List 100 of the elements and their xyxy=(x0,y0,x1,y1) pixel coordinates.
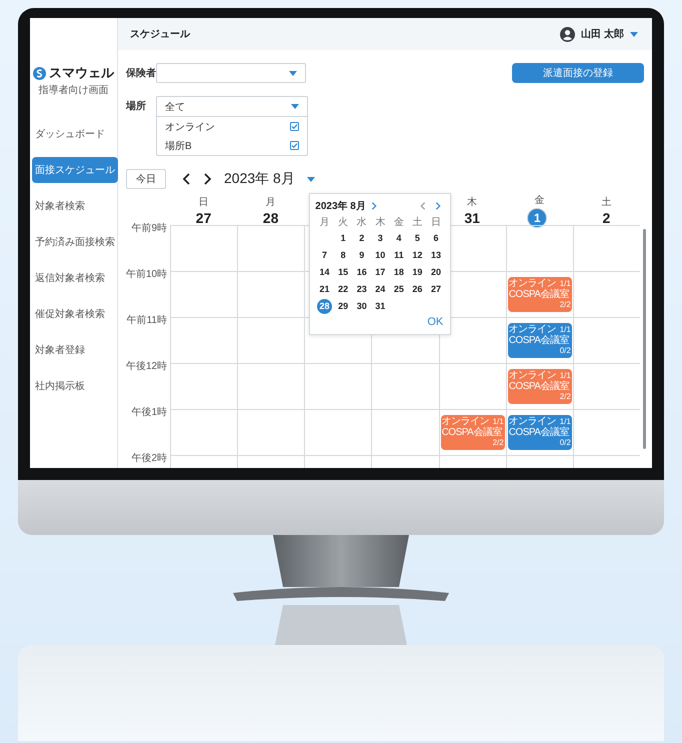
picker-day[interactable]: 8 xyxy=(336,248,351,263)
picker-day[interactable]: 15 xyxy=(336,265,351,280)
time-label: 午前11時 xyxy=(126,314,168,328)
sidebar-item[interactable]: 催促対象者検索 xyxy=(32,301,108,327)
picker-day[interactable]: 21 xyxy=(317,282,332,297)
picker-day[interactable]: 24 xyxy=(372,282,388,297)
calendar-cell xyxy=(237,409,304,455)
weekday-label: 土 xyxy=(412,216,422,229)
avatar-icon xyxy=(560,26,576,42)
field-label: 保険者 xyxy=(126,66,156,80)
sidebar-item[interactable]: 返信対象者検索 xyxy=(32,265,108,291)
event-count: 1/1 xyxy=(560,325,571,334)
sidebar-item[interactable]: 面接スケジュール xyxy=(32,157,118,183)
date-number: 28 xyxy=(262,210,278,226)
picker-day[interactable]: 1 xyxy=(336,231,351,246)
sidebar-item[interactable]: 社内掲示板 xyxy=(32,373,88,399)
picker-day[interactable]: 9 xyxy=(354,248,370,263)
event-count: 1/1 xyxy=(560,371,571,380)
event-count: 1/1 xyxy=(560,417,571,426)
picker-day[interactable]: 27 xyxy=(428,282,444,297)
scrollbar[interactable] xyxy=(642,229,646,449)
calendar-cell xyxy=(170,225,238,271)
place-dropdown[interactable]: 全て xyxy=(157,97,307,117)
event-room: COSPA会議室 xyxy=(442,428,502,438)
event-count: 2/2 xyxy=(492,438,504,448)
picker-day[interactable]: 3 xyxy=(372,231,388,246)
option-label: 場所B xyxy=(165,140,192,152)
picker-day[interactable]: 31 xyxy=(372,299,388,314)
calendar-cell xyxy=(170,317,238,363)
event-title: オンライン xyxy=(508,417,556,427)
logo-subtitle: 指導者向け画面 xyxy=(38,84,108,97)
calendar-cell xyxy=(170,363,238,409)
register-button[interactable]: 派遣面接の登録 xyxy=(512,63,644,83)
event-title: オンライン xyxy=(508,325,556,335)
event-title: オンライン xyxy=(508,279,556,289)
picker-day[interactable]: 12 xyxy=(410,248,425,263)
picker-day[interactable]: 14 xyxy=(317,265,332,280)
calendar-cell xyxy=(304,363,372,409)
checkbox-checked-icon[interactable] xyxy=(290,141,299,150)
event-card[interactable]: オンライン 1/1 COSPA会議室 0/2 xyxy=(508,415,572,450)
sidebar-item[interactable]: 対象者登録 xyxy=(32,337,88,363)
picker-day[interactable]: 7 xyxy=(317,248,332,263)
picker-day[interactable]: 6 xyxy=(428,231,444,246)
checkbox-checked-icon[interactable] xyxy=(290,122,299,131)
calendar-cell xyxy=(237,317,304,363)
dropdown-value: 全て xyxy=(165,100,185,114)
event-title: オンライン xyxy=(508,371,556,381)
picker-day[interactable]: 2 xyxy=(354,231,370,246)
caret-icon[interactable] xyxy=(289,70,297,76)
sidebar-item[interactable]: ダッシュボード xyxy=(32,121,108,147)
picker-day[interactable]: 26 xyxy=(410,282,425,297)
time-label: 午前10時 xyxy=(126,268,168,282)
event-count: 2/2 xyxy=(560,300,571,310)
calendar-cell xyxy=(237,363,304,409)
page-title: スケジュール xyxy=(130,28,190,41)
ok-button[interactable]: OK xyxy=(425,314,446,330)
picker-day[interactable]: 4 xyxy=(391,231,406,246)
event-room: COSPA会議室 xyxy=(508,428,569,438)
month-label[interactable]: 2023年 8月 xyxy=(224,170,295,188)
picker-day[interactable]: 29 xyxy=(336,299,351,314)
sidebar-item[interactable]: 予約済み面接検索 xyxy=(32,229,118,255)
caret-icon[interactable] xyxy=(630,32,638,36)
picker-day[interactable]: 13 xyxy=(428,248,444,263)
weekday-label: 日 xyxy=(198,196,209,209)
picker-day[interactable]: 19 xyxy=(410,265,425,280)
picker-day[interactable]: 28 xyxy=(317,299,332,314)
caret-icon[interactable] xyxy=(306,176,315,182)
weekday-label: 木 xyxy=(467,196,478,209)
user-name[interactable]: 山田 太郎 xyxy=(581,27,624,41)
weekday-label: 日 xyxy=(430,216,441,229)
weekday-label: 月 xyxy=(320,216,330,229)
date-number: 27 xyxy=(196,210,212,226)
picker-day[interactable]: 30 xyxy=(354,299,370,314)
picker-month[interactable]: 2023年 8月 xyxy=(315,199,366,213)
chevron-right-icon[interactable] xyxy=(203,173,212,185)
picker-day[interactable]: 17 xyxy=(372,265,388,280)
event-room: COSPA会議室 xyxy=(508,336,569,346)
event-count: 1/1 xyxy=(492,417,504,426)
picker-day[interactable]: 16 xyxy=(354,265,370,280)
weekday-label: 金 xyxy=(534,194,544,207)
calendar-cell xyxy=(170,409,238,455)
event-card[interactable]: オンライン 1/1 COSPA会議室 0/2 xyxy=(508,323,572,358)
picker-day[interactable]: 23 xyxy=(354,282,370,297)
sidebar-item[interactable]: 対象者検索 xyxy=(32,193,88,219)
weekday-label: 土 xyxy=(601,196,612,209)
picker-day[interactable]: 20 xyxy=(428,265,444,280)
event-count: 2/2 xyxy=(560,392,571,402)
picker-day[interactable]: 22 xyxy=(336,282,351,297)
event-room: COSPA会議室 xyxy=(508,382,569,392)
today-button[interactable]: 今日 xyxy=(126,169,166,189)
picker-day[interactable]: 10 xyxy=(372,248,388,263)
picker-day[interactable]: 11 xyxy=(391,248,406,263)
time-label: 午後1時 xyxy=(130,406,168,420)
chevron-left-icon[interactable] xyxy=(182,173,191,185)
caret-icon[interactable] xyxy=(291,104,299,109)
picker-day[interactable]: 5 xyxy=(410,231,425,246)
picker-day[interactable]: 25 xyxy=(391,282,406,297)
option-label: オンライン xyxy=(165,120,215,134)
time-label: 午後2時 xyxy=(130,452,168,466)
picker-day[interactable]: 18 xyxy=(391,265,406,280)
